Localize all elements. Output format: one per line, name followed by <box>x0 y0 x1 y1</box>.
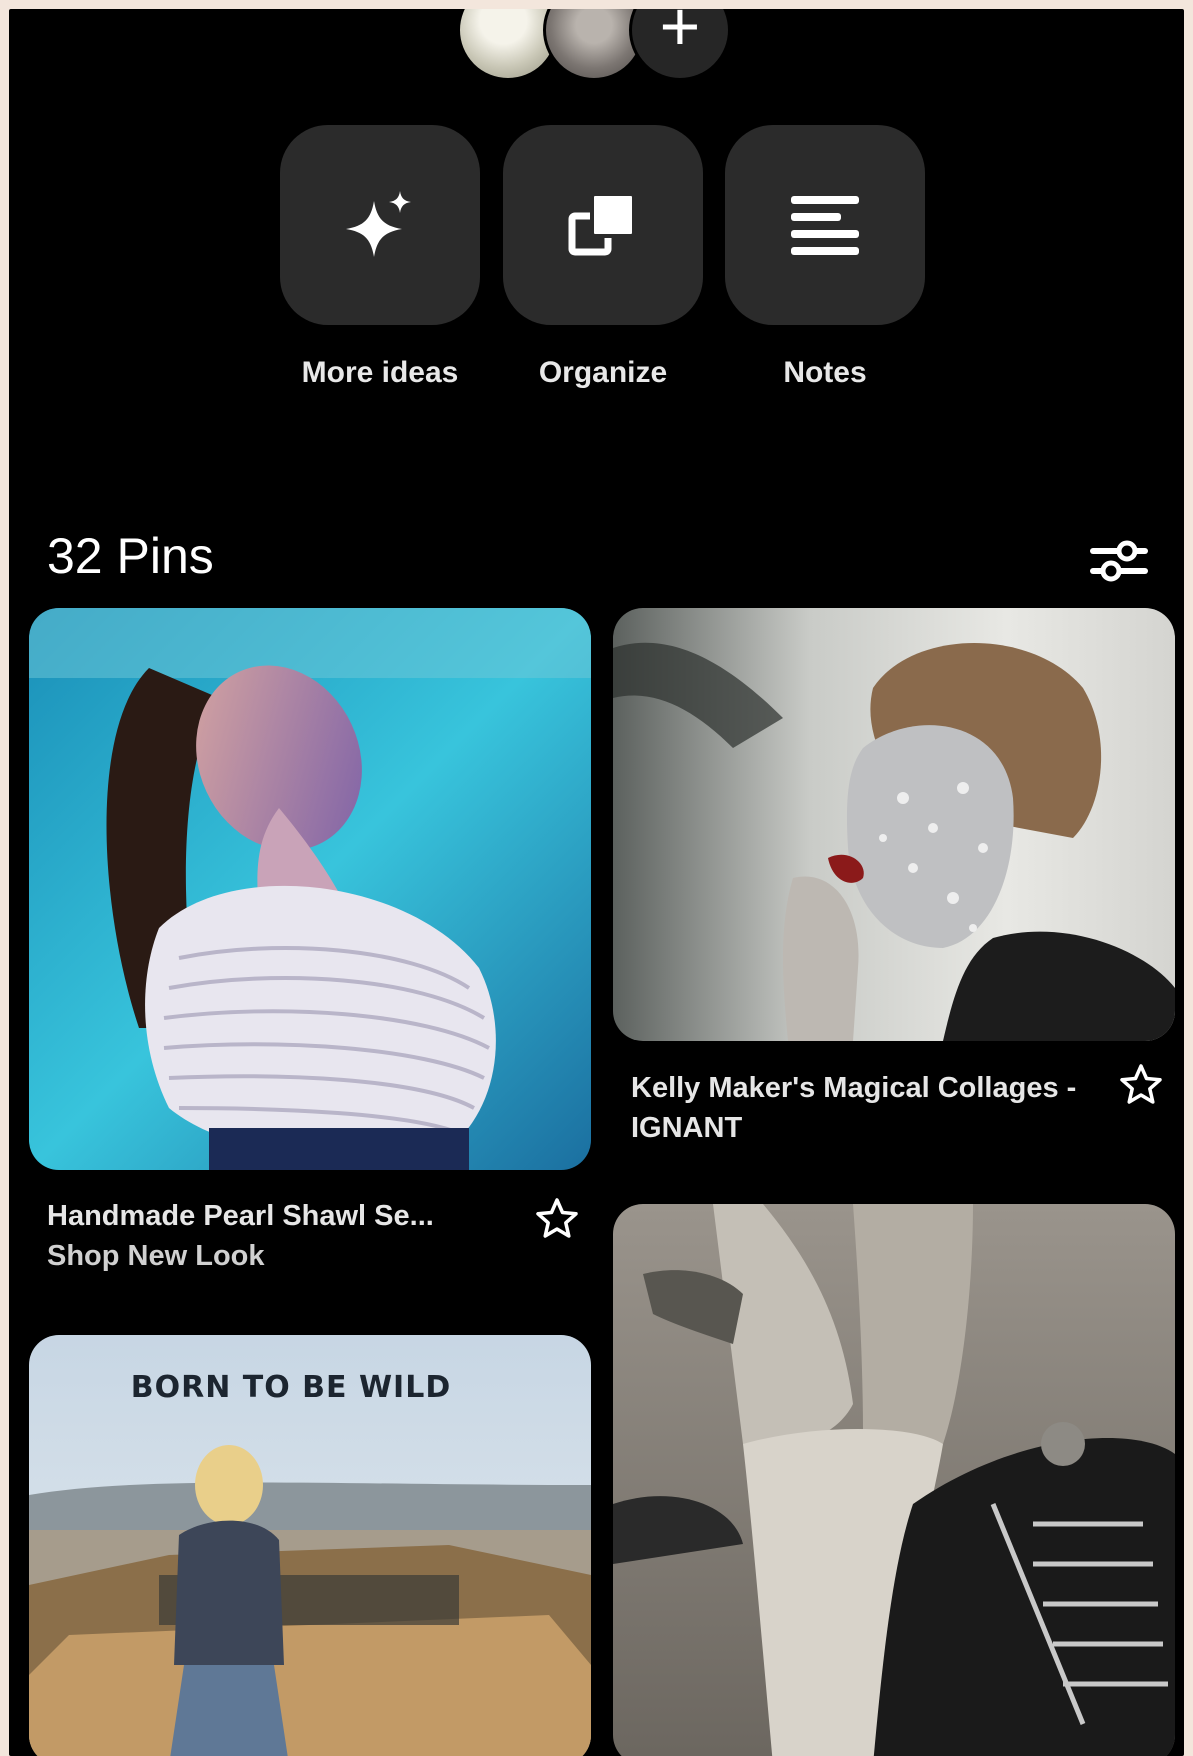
more-ideas-button[interactable]: More ideas <box>280 125 480 390</box>
pin-card[interactable] <box>29 608 591 1170</box>
pins-count: 32 Pins <box>47 528 214 584</box>
pin-image <box>613 608 1175 1041</box>
organize-label: Organize <box>538 356 668 389</box>
pin-image: BORN TO BE WILD <box>29 1335 591 1756</box>
pin-image <box>29 608 591 1170</box>
sparkle-icon <box>346 191 411 257</box>
star-icon[interactable] <box>535 1197 579 1241</box>
pin-overlay-text: BORN TO BE WILD <box>131 1370 452 1405</box>
filter-button[interactable] <box>1087 529 1151 593</box>
pin-source: Shop New Look <box>47 1240 265 1272</box>
notes-icon <box>791 196 859 255</box>
organize-tile[interactable] <box>503 125 703 325</box>
board-screen: + More ideas Organize Notes 32 Pins Hand… <box>9 9 1184 1756</box>
pin-title: Kelly Maker's Magical Collages - IGNANT <box>631 1072 1077 1144</box>
star-icon[interactable] <box>1119 1063 1163 1107</box>
organize-button[interactable]: Organize <box>503 125 703 390</box>
notes-button[interactable]: Notes <box>725 125 925 390</box>
organize-icon <box>568 192 636 256</box>
add-collaborator-button[interactable]: + <box>629 9 731 81</box>
collaborator-avatars: + <box>457 9 757 81</box>
pin-info[interactable]: Handmade Pearl Shawl Se... Shop New Look <box>47 1196 507 1276</box>
pin-image <box>613 1204 1175 1756</box>
pin-card[interactable] <box>613 608 1175 1041</box>
pin-card[interactable] <box>613 1204 1175 1756</box>
notes-label: Notes <box>783 356 867 389</box>
notes-tile[interactable] <box>725 125 925 325</box>
plus-icon: + <box>659 9 701 65</box>
pin-title: Handmade Pearl Shawl Se... <box>47 1200 434 1232</box>
more-ideas-label: More ideas <box>301 356 459 389</box>
pin-info[interactable]: Kelly Maker's Magical Collages - IGNANT <box>631 1068 1091 1148</box>
more-ideas-tile[interactable] <box>280 125 480 325</box>
pin-card[interactable]: BORN TO BE WILD <box>29 1335 591 1756</box>
filter-sliders-icon <box>1090 540 1148 582</box>
